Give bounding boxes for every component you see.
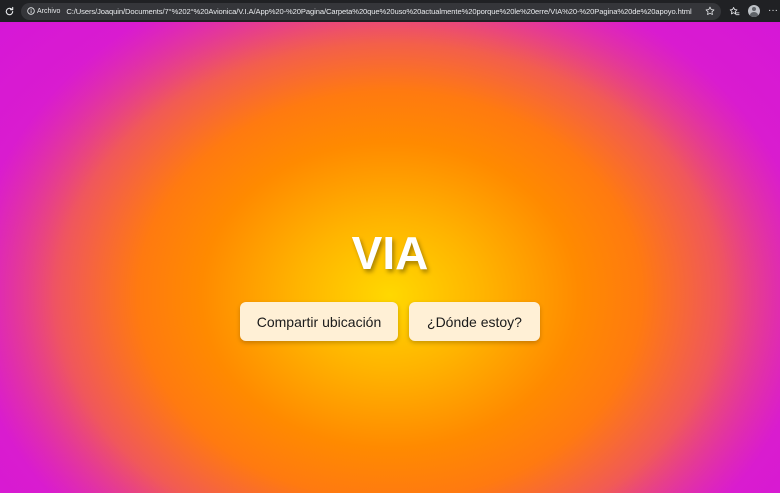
site-info-label: Archivo [37,7,61,15]
url-text[interactable]: C:/Users/Joaquin/Documents/7°%202°%20Avi… [66,7,701,16]
profile-avatar[interactable] [748,5,760,17]
where-am-i-button[interactable]: ¿Dónde estoy? [409,302,540,341]
action-buttons: Compartir ubicación ¿Dónde estoy? [0,302,780,341]
toolbar-right-icons: ··· [729,5,778,17]
menu-icon[interactable]: ··· [768,6,778,16]
favorites-icon[interactable] [729,6,740,17]
share-location-button[interactable]: Compartir ubicación [240,302,398,341]
star-icon[interactable] [705,6,715,16]
page-viewport: VIA Compartir ubicación ¿Dónde estoy? [0,22,780,493]
info-icon [27,7,35,15]
browser-toolbar: Archivo C:/Users/Joaquin/Documents/7°%20… [0,0,780,22]
page-title: VIA [351,227,429,279]
address-bar[interactable]: Archivo C:/Users/Joaquin/Documents/7°%20… [21,2,721,20]
site-info-chip[interactable]: Archivo [27,7,60,15]
reload-icon[interactable] [4,4,15,18]
